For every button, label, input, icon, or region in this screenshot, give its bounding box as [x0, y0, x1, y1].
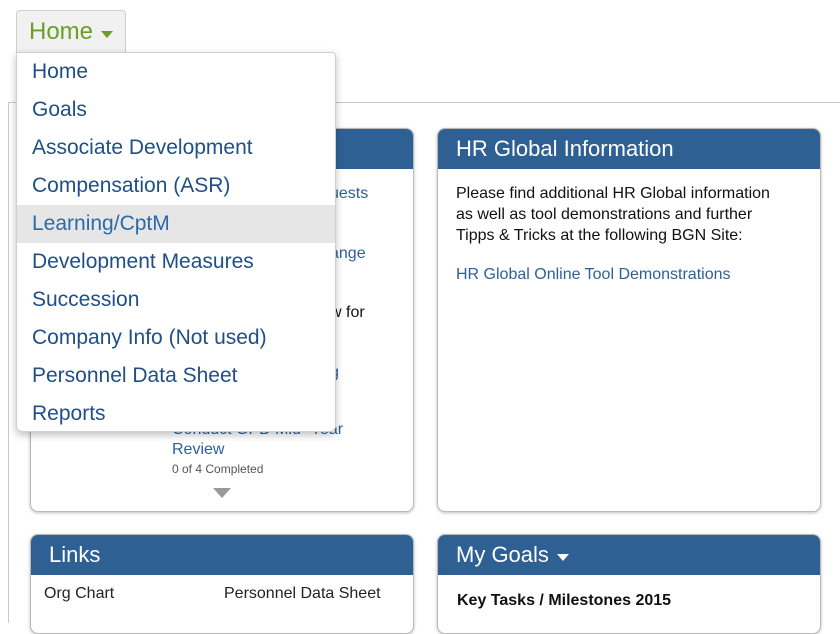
hr-global-tile: HR Global Information Please find additi…	[437, 128, 821, 512]
todo-item-count: 0 of 4 Completed	[172, 462, 264, 476]
my-goals-title: My Goals	[456, 542, 549, 567]
goals-heading: Key Tasks / Milestones 2015	[457, 592, 672, 609]
menu-item-goals[interactable]: Goals	[17, 91, 335, 129]
links-tile: Links	[30, 534, 414, 634]
menu-item-personnel-data-sheet[interactable]: Personnel Data Sheet	[17, 357, 335, 395]
links-title: Links	[31, 535, 413, 575]
hr-global-body: Please find additional HR Global informa…	[456, 185, 770, 244]
my-goals-tile: My Goals	[437, 534, 821, 634]
hr-global-link[interactable]: HR Global Online Tool Demonstrations	[456, 266, 731, 284]
menu-item-company-info[interactable]: Company Info (Not used)	[17, 319, 335, 357]
hr-global-title: HR Global Information	[438, 129, 820, 169]
home-dropdown-menu: Home Goals Associate Development Compens…	[16, 52, 336, 432]
menu-item-succession[interactable]: Succession	[17, 281, 335, 319]
menu-item-reports[interactable]: Reports	[17, 395, 335, 433]
scroll-down-icon[interactable]	[213, 488, 231, 498]
chevron-down-icon	[556, 553, 569, 561]
menu-item-learning[interactable]: Learning/CptM	[17, 205, 335, 243]
link-personnel-data-sheet[interactable]: Personnel Data Sheet	[224, 585, 381, 603]
menu-item-compensation[interactable]: Compensation (ASR)	[17, 167, 335, 205]
menu-item-associate-development[interactable]: Associate Development	[17, 129, 335, 167]
menu-item-development-measures[interactable]: Development Measures	[17, 243, 335, 281]
menu-item-home[interactable]: Home	[17, 53, 335, 91]
my-goals-header[interactable]: My Goals	[438, 535, 820, 575]
link-org-chart[interactable]: Org Chart	[44, 585, 114, 603]
home-label: Home	[29, 18, 94, 45]
home-menu-button[interactable]: Home	[16, 10, 126, 54]
chevron-down-icon	[101, 30, 114, 38]
